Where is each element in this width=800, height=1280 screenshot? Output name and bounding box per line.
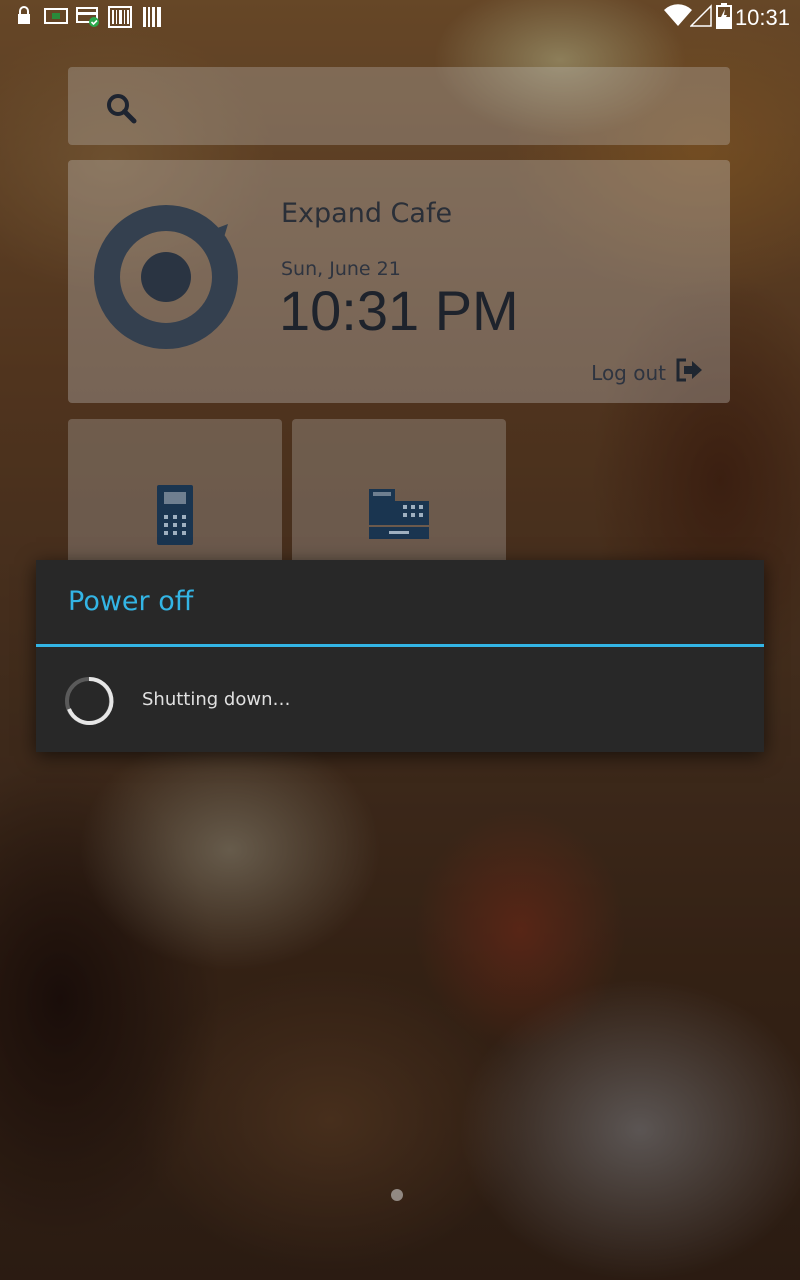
logout-label: Log out bbox=[591, 360, 666, 385]
current-date: Sun, June 21 bbox=[281, 258, 401, 280]
wifi-icon bbox=[664, 4, 692, 32]
dialog-message: Shutting down… bbox=[142, 689, 291, 710]
progress-spinner-icon bbox=[63, 675, 115, 731]
status-bar-time: 10:31 bbox=[734, 5, 790, 30]
power-off-dialog: Power off Shutting down… bbox=[36, 560, 764, 752]
search-icon[interactable] bbox=[106, 93, 138, 129]
app-tile-cash-register[interactable] bbox=[292, 419, 506, 569]
logout-button[interactable]: Log out bbox=[591, 358, 704, 387]
barcode-icon bbox=[142, 6, 162, 32]
battery-charging-icon bbox=[716, 3, 732, 33]
dialog-divider bbox=[36, 644, 764, 647]
brand-logo bbox=[94, 204, 240, 354]
store-name: Expand Cafe bbox=[281, 198, 453, 229]
payment-terminal-icon bbox=[155, 484, 195, 550]
barcode-display-icon bbox=[108, 6, 132, 32]
app-tile-payment-terminal[interactable] bbox=[68, 419, 282, 569]
card-check-icon bbox=[76, 6, 100, 32]
signal-icon bbox=[689, 4, 712, 32]
lock-icon bbox=[16, 6, 32, 30]
logout-icon bbox=[676, 358, 704, 387]
screen: 10:31 Expand Cafe Sun, June 21 10:31 PM … bbox=[0, 0, 800, 1280]
screen-icon bbox=[44, 6, 68, 30]
cash-register-icon bbox=[367, 487, 431, 545]
search-bar[interactable] bbox=[68, 67, 730, 145]
current-time: 10:31 PM bbox=[279, 279, 519, 342]
status-bar: 10:31 bbox=[0, 0, 800, 34]
page-indicator-dot bbox=[391, 1189, 403, 1201]
dialog-title: Power off bbox=[68, 586, 194, 617]
store-info-card: Expand Cafe Sun, June 21 10:31 PM Log ou… bbox=[68, 160, 730, 403]
